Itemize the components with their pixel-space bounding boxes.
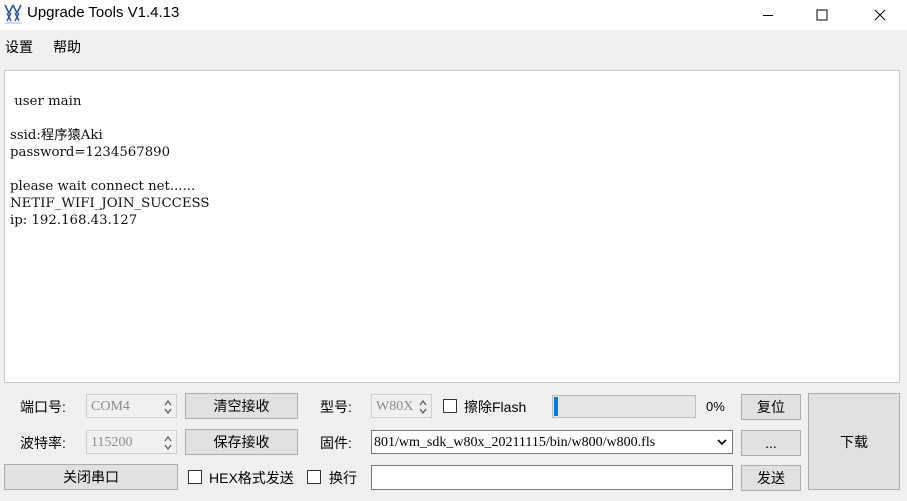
console-line: please wait connect net...... [10, 179, 196, 194]
title-bar: Upgrade Tools V1.4.13 [0, 0, 907, 30]
serial-output-console[interactable]: user main ssid:程序猿Aki password=1234567890… [4, 70, 900, 383]
console-line: password=1234567890 [10, 145, 171, 160]
clear-receive-button[interactable]: 清空接收 [185, 393, 298, 419]
console-text: user main ssid:程序猿Aki password=1234567890… [10, 93, 210, 229]
baud-spinbox[interactable]: 115200 [86, 430, 177, 454]
console-line: NETIF_WIFI_JOIN_SUCCESS [10, 196, 210, 211]
progress-fill [554, 397, 558, 416]
spin-arrows-icon[interactable] [164, 434, 172, 452]
port-spinbox[interactable]: COM4 [86, 394, 177, 418]
window-title: Upgrade Tools V1.4.13 [27, 4, 180, 21]
console-line: ssid:程序猿Aki [10, 128, 103, 143]
minimize-icon [763, 15, 773, 16]
console-line: ip: 192.168.43.127 [10, 213, 138, 228]
menu-help[interactable]: 帮助 [53, 37, 81, 57]
port-label: 端口号: [20, 399, 66, 415]
firmware-label: 固件: [320, 435, 352, 451]
console-line: user main [10, 94, 82, 109]
spin-arrows-icon[interactable] [419, 398, 427, 416]
send-input[interactable] [371, 465, 733, 490]
send-button[interactable]: 发送 [741, 465, 801, 491]
model-spinbox[interactable]: W80X [371, 394, 432, 418]
baud-value: 115200 [91, 435, 133, 450]
dropdown-button[interactable] [712, 431, 732, 453]
firmware-path-value: 801/wm_sdk_w80x_20211115/bin/w800/w800.f… [374, 435, 656, 450]
firmware-path-select[interactable]: 801/wm_sdk_w80x_20211115/bin/w800/w800.f… [371, 430, 733, 454]
baud-label: 波特率: [20, 435, 66, 451]
reset-button[interactable]: 复位 [741, 394, 801, 420]
hex-send-checkbox[interactable] [188, 470, 202, 484]
save-receive-button[interactable]: 保存接收 [185, 429, 298, 455]
maximize-button[interactable] [799, 0, 845, 30]
chevron-down-icon [717, 439, 727, 446]
spin-arrows-icon[interactable] [164, 398, 172, 416]
download-progress-bar [552, 395, 696, 418]
close-port-button[interactable]: 关闭串口 [4, 464, 178, 490]
download-button[interactable]: 下载 [808, 393, 900, 490]
progress-percent: 0% [706, 399, 725, 414]
port-value: COM4 [91, 399, 130, 414]
model-label: 型号: [320, 399, 352, 415]
newline-checkbox[interactable] [307, 470, 321, 484]
close-button[interactable] [857, 0, 903, 30]
wm-logo-icon [4, 4, 22, 24]
minimize-button[interactable] [745, 0, 791, 30]
menu-bar: 设置 帮助 [0, 30, 907, 60]
maximize-icon [816, 9, 828, 21]
hex-send-label: HEX格式发送 [209, 470, 294, 486]
erase-flash-label: 擦除Flash [464, 399, 527, 415]
menu-settings[interactable]: 设置 [5, 37, 33, 57]
newline-label: 换行 [329, 470, 357, 486]
close-icon [874, 9, 886, 21]
model-value: W80X [376, 399, 414, 414]
erase-flash-checkbox[interactable] [443, 399, 457, 413]
browse-button[interactable]: ... [741, 430, 801, 456]
